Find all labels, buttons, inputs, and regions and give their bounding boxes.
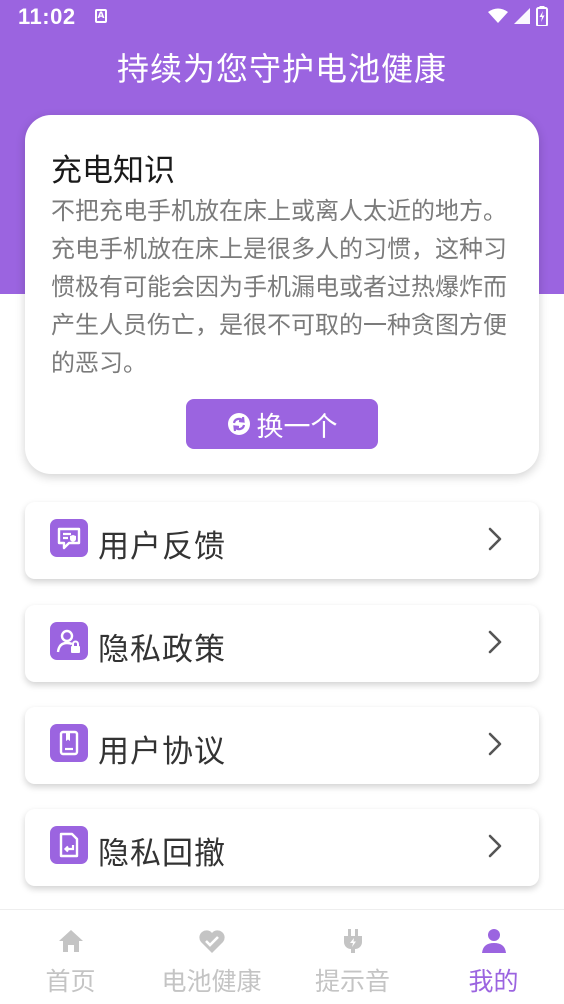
- user-agreement-icon: [50, 724, 88, 762]
- nav-label: 电池健康: [161, 967, 262, 996]
- page-title: 持续为您守护电池健康: [116, 50, 447, 88]
- knowledge-text: 不把充电手机放在床上或离人太近的地方。充电手机放在床上是很多人的习惯，这种习惯极…: [51, 197, 507, 377]
- menu-item-privacy-revoke[interactable]: 隐私回撤: [25, 809, 539, 886]
- chevron-right-icon: [488, 732, 502, 756]
- heart-icon: [198, 930, 225, 953]
- menu-item-label: 隐私回撤: [98, 836, 226, 872]
- nav-home[interactable]: 首页: [0, 910, 141, 1004]
- menu-item-label: 用户反馈: [98, 529, 226, 565]
- chevron-right-icon: [488, 527, 502, 551]
- swap-tip-button[interactable]: 换一个: [186, 399, 378, 449]
- wifi-icon: [488, 8, 508, 23]
- knowledge-title: 充电知识: [51, 153, 175, 189]
- battery-icon: [536, 6, 548, 26]
- swap-button-label: 换一个: [256, 411, 338, 443]
- menu-item-privacy-policy[interactable]: 隐私政策: [25, 605, 539, 682]
- chevron-right-icon: [488, 630, 502, 654]
- nav-label: 我的: [468, 967, 519, 996]
- user-icon: [481, 929, 506, 953]
- nav-battery-health[interactable]: 电池健康: [141, 910, 282, 1004]
- privacy-policy-icon: [50, 622, 88, 660]
- nav-mine[interactable]: 我的: [423, 910, 564, 1004]
- menu-item-label: 隐私政策: [98, 632, 226, 668]
- notification-icon: A: [95, 9, 107, 23]
- privacy-revoke-icon: [50, 826, 88, 864]
- status-bar: 11:02 A: [0, 0, 564, 34]
- nav-label: 提示音: [314, 967, 390, 996]
- home-icon: [58, 930, 83, 952]
- plug-icon: [343, 929, 362, 953]
- menu-item-label: 用户协议: [98, 734, 226, 770]
- status-time: 11:02: [18, 4, 76, 29]
- bottom-navigation: 首页 电池健康 提示音 我的: [0, 909, 564, 1004]
- menu-item-user-agreement[interactable]: 用户协议: [25, 707, 539, 784]
- feedback-icon: [50, 519, 88, 557]
- refresh-icon: [227, 413, 250, 435]
- chevron-right-icon: [488, 834, 502, 858]
- status-icons: [488, 6, 548, 26]
- nav-alert-sound[interactable]: 提示音: [282, 910, 423, 1004]
- nav-label: 首页: [45, 967, 96, 996]
- charging-knowledge-card: 充电知识 不把充电手机放在床上或离人太近的地方。充电手机放在床上是很多人的习惯，…: [25, 115, 539, 474]
- signal-icon: [514, 8, 530, 24]
- menu-item-feedback[interactable]: 用户反馈: [25, 502, 539, 579]
